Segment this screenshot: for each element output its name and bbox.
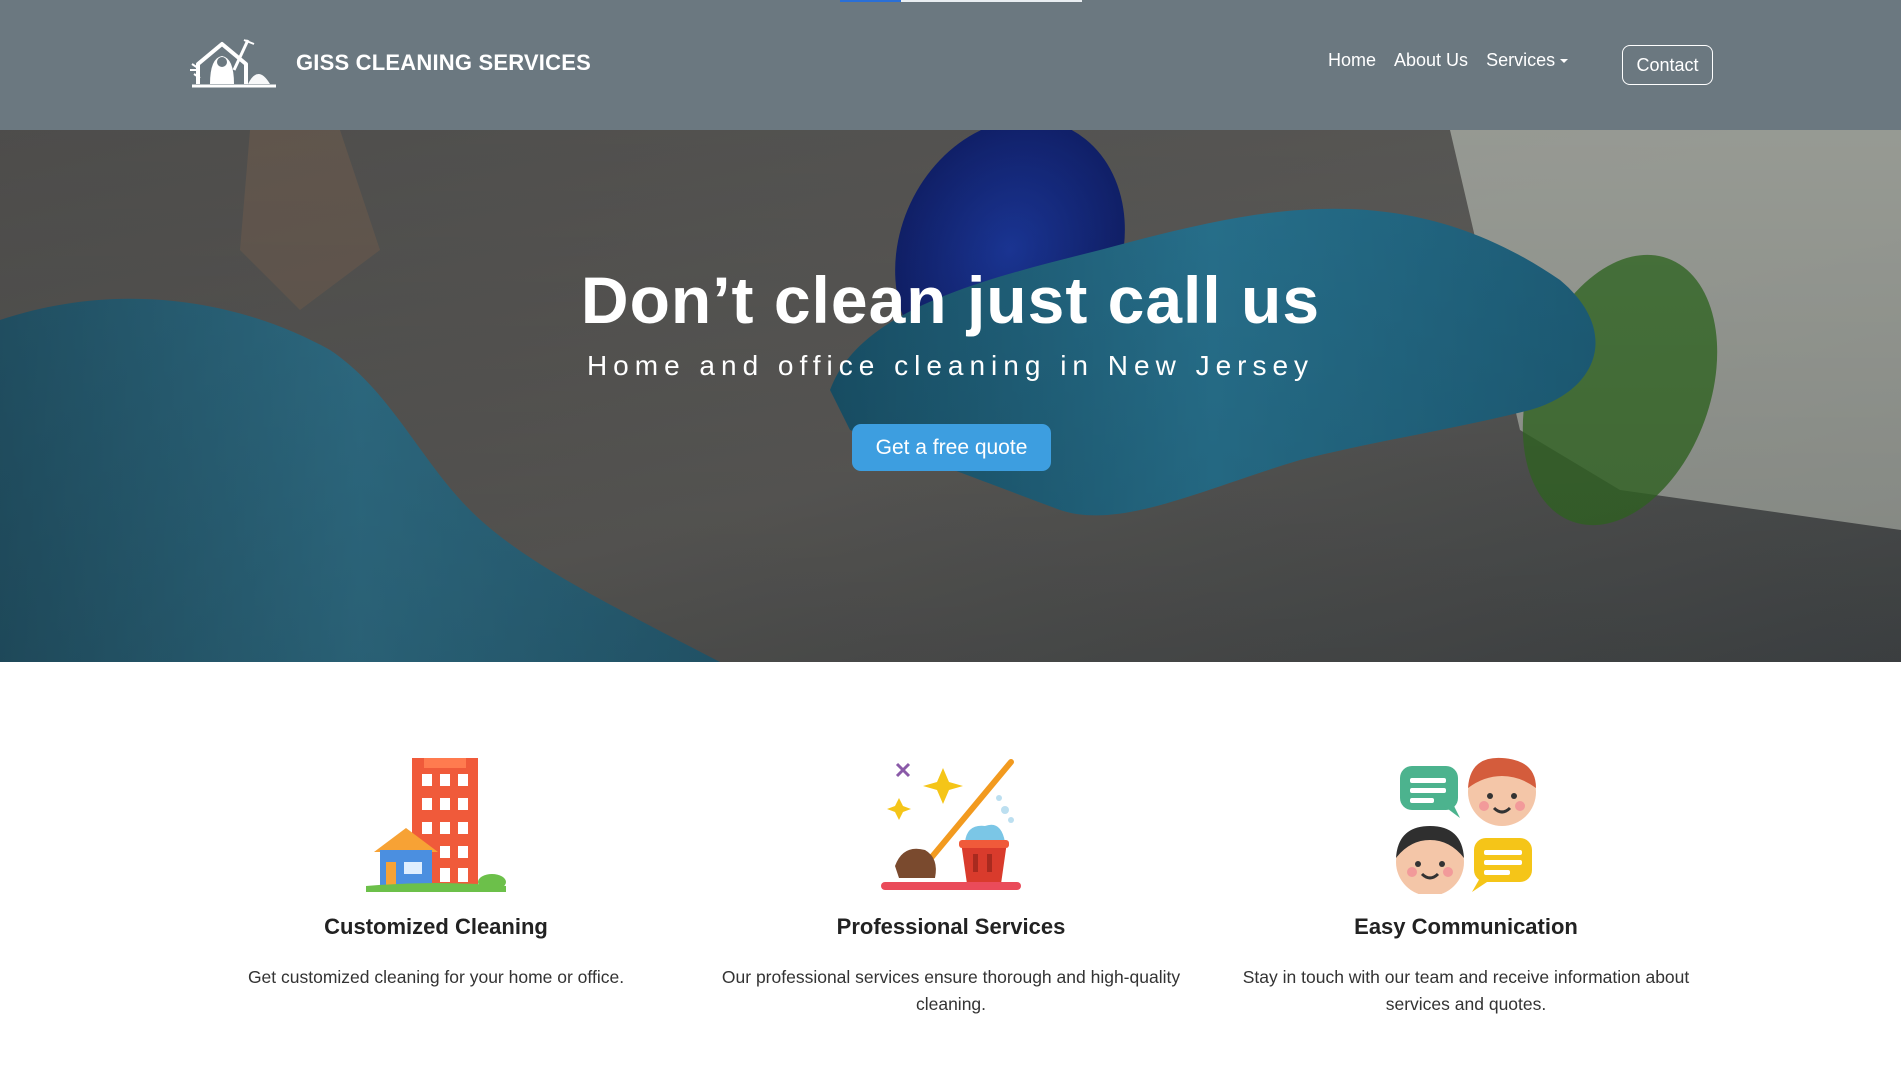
feature-text: Stay in touch with our team and receive … bbox=[1242, 967, 1690, 1014]
get-free-quote-button[interactable]: Get a free quote bbox=[852, 424, 1051, 471]
brand-link[interactable]: GISS CLEANING SERVICES bbox=[188, 34, 591, 92]
nav-services-label: Services bbox=[1486, 50, 1556, 70]
hero-title: Don’t clean just call us bbox=[580, 263, 1321, 337]
contact-button[interactable]: Contact bbox=[1622, 45, 1713, 85]
features-section: Customized Cleaning Get customized clean… bbox=[0, 662, 1901, 1080]
feature-title: Customized Cleaning bbox=[324, 914, 548, 939]
navbar: GISS CLEANING SERVICES Home About Us Ser… bbox=[0, 0, 1901, 130]
house-logo-icon bbox=[190, 39, 276, 88]
nav-links: Home About Us Services bbox=[1328, 50, 1569, 71]
hero-subtitle: Home and office cleaning in New Jersey bbox=[586, 350, 1315, 381]
feature-text: Our professional services ensure thoroug… bbox=[721, 967, 1181, 1014]
hero-section: Don’t clean just call us Home and office… bbox=[0, 130, 1901, 662]
chat-people-icon bbox=[1396, 757, 1536, 894]
feature-title: Easy Communication bbox=[1354, 914, 1578, 939]
page-progress-fill bbox=[840, 0, 901, 2]
nav-services-dropdown[interactable]: Services bbox=[1486, 50, 1569, 71]
feature-title: Professional Services bbox=[836, 914, 1066, 939]
feature-text: Get customized cleaning for your home or… bbox=[247, 967, 625, 987]
nav-about-us[interactable]: About Us bbox=[1394, 50, 1468, 71]
building-house-icon bbox=[366, 758, 506, 892]
hero-background-image bbox=[0, 130, 1901, 662]
brand-name: GISS CLEANING SERVICES bbox=[296, 50, 591, 75]
caret-down-icon bbox=[1560, 59, 1569, 64]
nav-home[interactable]: Home bbox=[1328, 50, 1376, 71]
page-progress-bar bbox=[840, 0, 1082, 2]
cleaning-broom-bucket-icon bbox=[881, 759, 1021, 890]
